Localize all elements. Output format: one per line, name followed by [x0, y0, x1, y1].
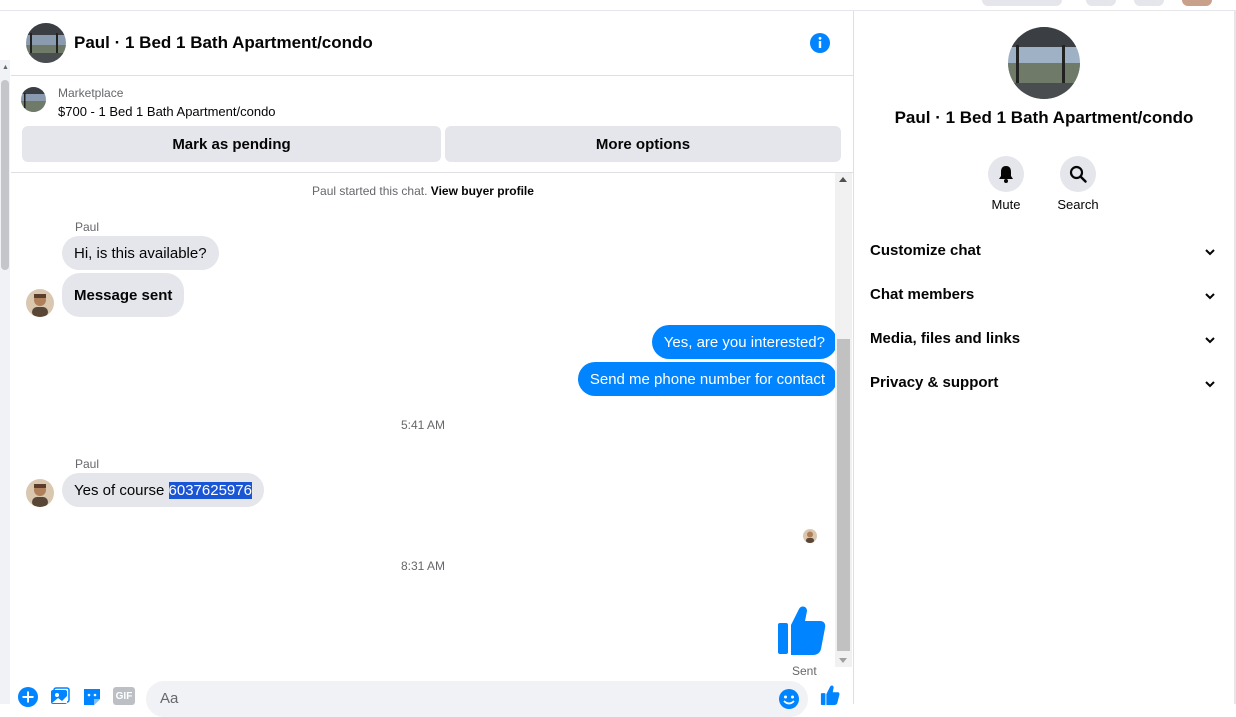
plus-icon[interactable]: [18, 687, 38, 707]
message-bubble-outgoing[interactable]: Send me phone number for contact: [577, 362, 835, 396]
top-bar: [0, 0, 1236, 11]
gif-icon[interactable]: GIF: [113, 687, 135, 705]
search-icon[interactable]: [1060, 156, 1096, 192]
conversation-title: Paul · 1 Bed 1 Bath Apartment/condo: [894, 108, 1194, 127]
message-list: Paul started this chat. View buyer profi…: [11, 173, 835, 679]
sender-name: Paul: [75, 457, 100, 471]
section-label: Chat members: [870, 286, 975, 303]
section-label: Media, files and links: [870, 330, 1021, 347]
info-icon[interactable]: [809, 32, 831, 54]
view-buyer-profile-link[interactable]: View buyer profile: [431, 184, 534, 198]
sender-avatar[interactable]: [26, 479, 54, 507]
message-composer: GIF: [11, 679, 853, 717]
conversation-details-panel: Paul · 1 Bed 1 Bath Apartment/condo Mute…: [854, 11, 1234, 704]
like-icon[interactable]: [777, 605, 827, 657]
chat-panel: Paul · 1 Bed 1 Bath Apartment/condo Mark…: [11, 11, 854, 717]
listing-price-title[interactable]: $700 - 1 Bed 1 Bath Apartment/condo: [58, 104, 276, 119]
message-bubble-outgoing[interactable]: Yes, are you interested?: [651, 325, 835, 359]
emoji-icon[interactable]: [778, 688, 800, 710]
more-options-button[interactable]: More options: [445, 126, 841, 162]
scroll-up-arrow-icon[interactable]: [839, 177, 847, 182]
chat-header: Paul · 1 Bed 1 Bath Apartment/condo: [11, 11, 853, 76]
mute-button[interactable]: Mute: [971, 156, 1041, 212]
listing-avatar-large[interactable]: [1008, 27, 1080, 99]
chevron-down-icon: [1205, 249, 1215, 256]
marketplace-listing-bar: Marketplace $700 - 1 Bed 1 Bath Apartmen…: [11, 76, 853, 173]
section-chat-members[interactable]: Chat members: [854, 278, 1234, 314]
chat-scrollbar-thumb[interactable]: [837, 339, 850, 651]
message-bubble-incoming[interactable]: Message sent: [62, 273, 185, 317]
chat-start-notice: Paul started this chat. View buyer profi…: [11, 184, 835, 198]
chevron-down-icon: [1205, 381, 1215, 388]
bell-icon[interactable]: [988, 156, 1024, 192]
message-input[interactable]: [158, 689, 762, 708]
marketplace-label: Marketplace: [58, 86, 124, 100]
message-text: Yes of course: [74, 481, 169, 499]
sent-status: Sent: [792, 664, 817, 678]
sender-avatar[interactable]: [26, 289, 54, 317]
section-label: Privacy & support: [870, 374, 999, 391]
mark-as-pending-button[interactable]: Mark as pending: [22, 126, 441, 162]
mute-label: Mute: [991, 197, 1021, 212]
message-input-box[interactable]: [146, 681, 808, 717]
read-receipt-avatar: [803, 529, 817, 543]
search-button[interactable]: Search: [1043, 156, 1113, 212]
page-scrollbar-thumb[interactable]: [1, 80, 9, 270]
search-label: Search: [1057, 197, 1099, 212]
selected-phone-number[interactable]: 6037625976: [168, 481, 252, 499]
photo-icon[interactable]: [50, 687, 70, 707]
sender-name: Paul: [75, 220, 100, 234]
top-bar-element[interactable]: [982, 0, 1062, 6]
chat-scrollbar[interactable]: [835, 173, 852, 667]
timestamp: 5:41 AM: [400, 418, 446, 432]
chevron-down-icon: [1205, 293, 1215, 300]
message-bubble-incoming[interactable]: Yes of course 6037625976: [62, 473, 264, 507]
like-send-icon[interactable]: [820, 685, 840, 705]
listing-avatar[interactable]: [26, 23, 66, 63]
message-bubble-incoming[interactable]: Hi, is this available?: [62, 236, 219, 270]
chat-start-text: Paul started this chat.: [312, 184, 428, 198]
top-bar-element[interactable]: [1134, 0, 1164, 6]
scroll-up-arrow-icon[interactable]: ▲: [2, 64, 9, 71]
section-customize-chat[interactable]: Customize chat: [854, 234, 1234, 270]
chat-title[interactable]: Paul · 1 Bed 1 Bath Apartment/condo: [74, 33, 373, 53]
timestamp: 8:31 AM: [400, 559, 446, 573]
sticker-icon[interactable]: [82, 687, 102, 707]
listing-thumbnail[interactable]: [21, 87, 46, 112]
section-label: Customize chat: [870, 242, 981, 259]
profile-avatar[interactable]: [1182, 0, 1212, 6]
section-media-files-links[interactable]: Media, files and links: [854, 322, 1234, 358]
top-bar-element[interactable]: [1086, 0, 1116, 6]
chevron-down-icon: [1205, 337, 1215, 344]
page-scrollbar[interactable]: ▲: [0, 60, 10, 704]
section-privacy-support[interactable]: Privacy & support: [854, 366, 1234, 402]
scroll-down-arrow-icon[interactable]: [839, 658, 847, 663]
